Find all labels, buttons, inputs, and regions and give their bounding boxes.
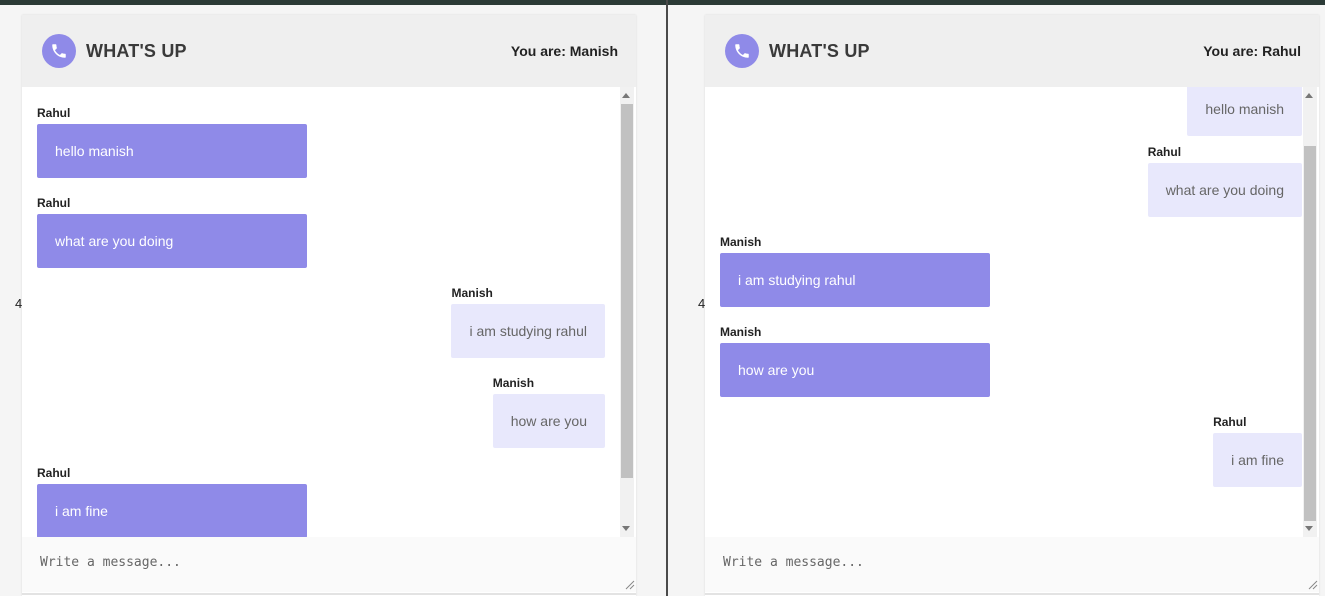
- message-list: Rahul hello manish Rahul what are you do…: [22, 87, 636, 537]
- message-sender: Rahul: [37, 196, 71, 210]
- message-item: hello manish: [1187, 87, 1302, 136]
- message-bubble: hello manish: [1187, 87, 1302, 136]
- message-sender: Rahul: [1147, 145, 1182, 159]
- message-sender: Manish: [451, 286, 493, 300]
- message-bubble: hello manish: [37, 124, 307, 178]
- app-title: WHAT'S UP: [86, 41, 187, 61]
- current-user-label: You are: Rahul: [1203, 43, 1301, 59]
- message-input[interactable]: [705, 537, 1319, 592]
- message-bubble: how are you: [492, 394, 605, 448]
- message-scrollbar[interactable]: [1303, 87, 1317, 537]
- message-item: Rahul i am fine: [1213, 415, 1302, 487]
- pane-divider: [666, 0, 668, 596]
- message-item: Rahul what are you doing: [37, 196, 307, 268]
- phone-icon: [725, 34, 759, 68]
- message-item: Manish i am studying rahul: [720, 235, 990, 307]
- message-sender: Rahul: [1213, 415, 1247, 429]
- scroll-down-icon[interactable]: [1305, 526, 1313, 531]
- resize-grip-icon[interactable]: [1306, 578, 1318, 590]
- resize-grip-icon[interactable]: [623, 578, 635, 590]
- message-list: hello manish Rahul what are you doing Ma…: [705, 87, 1319, 537]
- app-title: WHAT'S UP: [769, 41, 870, 61]
- message-scrollbar[interactable]: [620, 87, 634, 537]
- message-bubble: i am fine: [1213, 433, 1302, 487]
- chat-header: WHAT'S UP You are: Manish: [22, 15, 636, 87]
- phone-icon: [42, 34, 76, 68]
- scrollbar-thumb[interactable]: [621, 104, 633, 478]
- message-item: Manish how are you: [492, 376, 605, 448]
- message-sender: Manish: [720, 235, 762, 249]
- chat-pane-rahul: WHAT'S UP You are: Rahul hello manish Ra…: [705, 15, 1319, 596]
- message-item: Rahul what are you doing: [1147, 145, 1302, 217]
- scroll-up-icon[interactable]: [1305, 93, 1313, 98]
- chat-pane-manish: WHAT'S UP You are: Manish Rahul hello ma…: [22, 15, 636, 596]
- current-user-label: You are: Manish: [510, 43, 618, 59]
- message-bubble: i am studying rahul: [720, 253, 990, 307]
- message-bubble: i am studying rahul: [451, 304, 605, 358]
- scroll-down-icon[interactable]: [622, 526, 630, 531]
- window-top-bar: [0, 0, 1325, 5]
- message-sender: Rahul: [37, 466, 71, 480]
- chat-header: WHAT'S UP You are: Rahul: [705, 15, 1319, 87]
- message-item: Manish i am studying rahul: [451, 286, 605, 358]
- message-item: Rahul hello manish: [37, 106, 307, 178]
- message-item: Manish how are you: [720, 325, 990, 397]
- message-bubble: what are you doing: [1147, 163, 1302, 217]
- scroll-up-icon[interactable]: [622, 93, 630, 98]
- message-item: Rahul i am fine: [37, 466, 307, 537]
- scrollbar-thumb[interactable]: [1304, 146, 1316, 521]
- message-bubble: i am fine: [37, 484, 307, 537]
- message-input[interactable]: [22, 537, 636, 592]
- pane-bottom-border: [22, 593, 636, 595]
- pane-bottom-border: [705, 593, 1319, 595]
- message-sender: Rahul: [37, 106, 71, 120]
- message-bubble: how are you: [720, 343, 990, 397]
- message-sender: Manish: [720, 325, 762, 339]
- message-sender: Manish: [492, 376, 535, 390]
- message-bubble: what are you doing: [37, 214, 307, 268]
